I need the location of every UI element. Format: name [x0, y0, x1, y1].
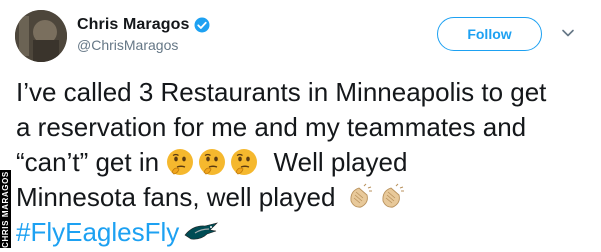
- display-name[interactable]: Chris Maragos: [77, 16, 189, 34]
- photo-credit: CHRIS MARAGOS: [0, 170, 11, 248]
- chevron-down-icon[interactable]: [561, 26, 575, 40]
- thinking-face-icon: [166, 148, 194, 176]
- follow-button[interactable]: Follow: [437, 17, 542, 51]
- thinking-face-icon: [198, 148, 226, 176]
- avatar[interactable]: [15, 10, 67, 62]
- clapping-hands-icon: [379, 183, 407, 211]
- tweet-text: I’ve called 3 Restaurants in Minneapolis…: [16, 75, 594, 250]
- name-row: Chris Maragos: [77, 14, 211, 36]
- photo-credit-text: CHRIS MARAGOS: [1, 170, 11, 248]
- tweet-line: Minnesota fans, well played: [16, 180, 594, 215]
- verified-badge-icon: [193, 16, 211, 34]
- clapping-hands-icon: [347, 183, 375, 211]
- tweet-line: #FlyEaglesFly: [16, 215, 594, 250]
- tweet-text-segment: Well played: [273, 147, 408, 177]
- tweet-text-segment: “can’t” get in: [16, 147, 160, 177]
- tweet-line: a reservation for me and my teammates an…: [16, 112, 527, 142]
- tweet-text-segment: Minnesota fans, well played: [16, 182, 336, 212]
- tweet-line: “can’t” get in Well played: [16, 145, 594, 180]
- eagles-logo-icon: [183, 217, 219, 240]
- tweet-line: I’ve called 3 Restaurants in Minneapolis…: [16, 77, 547, 107]
- hashtag-link[interactable]: #FlyEaglesFly: [16, 217, 179, 247]
- thinking-face-icon: [230, 148, 258, 176]
- user-handle[interactable]: @ChrisMaragos: [77, 37, 178, 53]
